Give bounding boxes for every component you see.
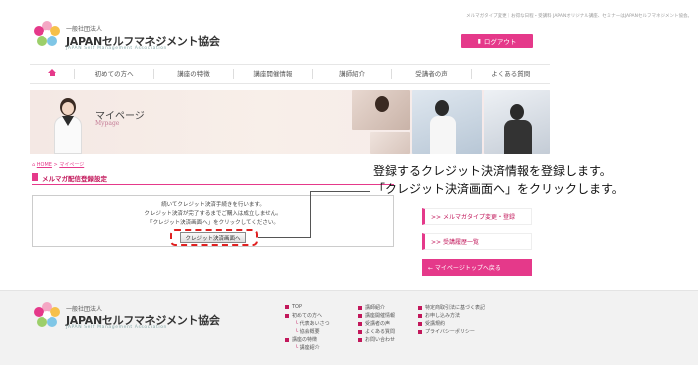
bullet-icon: [358, 313, 362, 318]
org-prefix: 一般社団法人: [66, 26, 103, 33]
footer-logo-icon[interactable]: [33, 301, 61, 329]
footer-link-about[interactable]: └ 協会概要: [295, 328, 320, 335]
panel-text-line1: 続いてクレジット決済手続きを行います。: [161, 202, 265, 208]
bullet-icon: [285, 304, 289, 309]
nav-item-faq[interactable]: よくある質問: [470, 69, 550, 79]
section-title: メルマガ配信登録設定: [42, 175, 107, 183]
annotation-line2: 「クレジット決済画面へ」をクリックします。: [373, 182, 624, 196]
nav-item-beginners[interactable]: 初めての方へ: [74, 69, 153, 79]
footer-link-instructors[interactable]: 講師紹介: [358, 304, 385, 311]
annotation-line1: 登録するクレジット決済情報を登録します。: [373, 164, 612, 178]
home-icon: [48, 69, 56, 76]
bullet-icon: [358, 329, 362, 334]
org-english-name: JAPAN Self Management Association: [66, 46, 168, 51]
footer-link-top[interactable]: TOP: [285, 304, 302, 310]
logo-icon[interactable]: [33, 20, 61, 48]
bullet-icon: [285, 313, 289, 318]
footer-link-beginners[interactable]: 初めての方へ: [285, 312, 322, 319]
panel-text-line3: 「クレジット決済画面へ」をクリックしてください。: [147, 220, 279, 226]
lock-icon: ▮: [477, 37, 481, 45]
breadcrumb-home[interactable]: HOME: [37, 162, 52, 168]
sidebar-newsletter-button[interactable]: >> メルマガタイプ変更・登録: [422, 208, 532, 225]
logout-button[interactable]: ▮ ログアウト: [461, 34, 533, 48]
footer-link-contact[interactable]: お問い合わせ: [358, 336, 395, 343]
callout-line-vertical: [310, 191, 311, 238]
footer-link-privacy[interactable]: プライバシーポリシー: [418, 328, 475, 335]
footer-link-tokushoho[interactable]: 特定商取引法に基づく表記: [418, 304, 485, 311]
footer-link-apply[interactable]: お申し込み方法: [418, 312, 460, 319]
bullet-icon: [358, 305, 362, 310]
sidebar-mypage-top-button[interactable]: ← マイページトップへ戻る: [422, 259, 532, 276]
book-icon: [32, 173, 38, 181]
panel-text-line2: クレジット決済が完了するまでご購入は成立しません。: [144, 211, 282, 217]
banner-subtitle: Mypage: [95, 120, 120, 127]
footer-link-voices[interactable]: 受講者の声: [358, 320, 390, 327]
bullet-icon: [358, 337, 362, 342]
footer-link-schedule[interactable]: 講座開催情報: [358, 312, 395, 319]
footer-link-greeting[interactable]: └ 代表あいさつ: [295, 320, 330, 327]
bullet-icon: [418, 305, 422, 310]
breadcrumb: ⌂ HOME > マイページ: [32, 161, 84, 168]
banner-photo-4: [370, 132, 410, 154]
flower-logo-icon: [34, 21, 60, 46]
nav-item-schedule[interactable]: 講座開催情報: [232, 69, 312, 79]
footer-link-features[interactable]: 講座の特徴: [285, 336, 317, 343]
bullet-icon: [418, 321, 422, 326]
nav-item-instructors[interactable]: 講師紹介: [311, 69, 391, 79]
bullet-icon: [285, 337, 289, 342]
nav-item-home[interactable]: [30, 69, 74, 79]
flower-logo-icon: [34, 302, 60, 327]
top-note: メルマガタイプ変更｜お得な日程・受講料 JAPANオリジナル講座、セミナーはJA…: [466, 14, 692, 19]
nav-item-voices[interactable]: 受講者の声: [391, 69, 470, 79]
highlight-box: [170, 229, 258, 246]
bullet-icon: [358, 321, 362, 326]
footer-link-terms[interactable]: 受講規約: [418, 320, 445, 327]
banner-person-image: [48, 94, 88, 154]
logout-label: ログアウト: [483, 38, 517, 46]
callout-line-top: [310, 191, 370, 192]
footer-org-english: JAPAN Self Management Association: [66, 325, 168, 330]
sidebar-history-button[interactable]: >> 受講履歴一覧: [422, 233, 532, 250]
callout-line: [258, 237, 310, 238]
footer-link-courses[interactable]: └ 講座紹介: [295, 344, 320, 351]
global-nav: 初めての方へ 講座の特徴 講座開催情報 講師紹介 受講者の声 よくある質問: [30, 64, 550, 84]
footer-link-faq[interactable]: よくある質問: [358, 328, 395, 335]
nav-item-features[interactable]: 講座の特徴: [153, 69, 232, 79]
section-divider: [32, 184, 394, 185]
breadcrumb-current[interactable]: マイページ: [59, 162, 84, 168]
bullet-icon: [418, 313, 422, 318]
bullet-icon: [418, 329, 422, 334]
